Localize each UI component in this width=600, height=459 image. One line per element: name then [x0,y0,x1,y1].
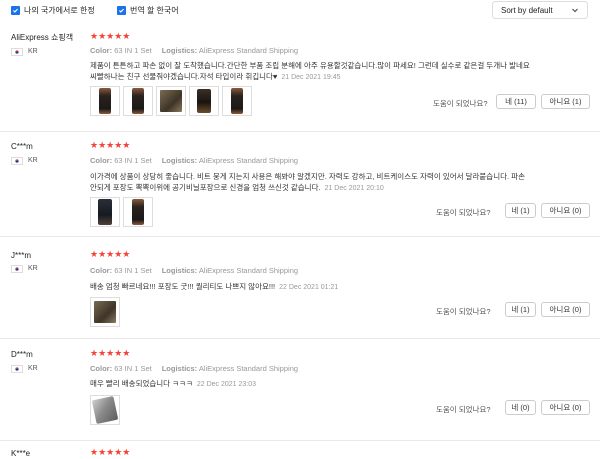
color-key: Color: [90,364,113,373]
sort-selected-value: Sort by default [501,5,553,15]
review-text: 배송 엄청 빠르네요!!! 포장도 굿!!! 퀄리티도 나쁘지 않아요!!! 22… [90,281,530,293]
review-text: 제품이 튼튼하고 파손 없이 잘 도착했습니다.간단한 부품 조립 분해에 아주… [90,60,530,83]
rating-stars: ★★★★★ [90,348,131,358]
logistics-key: Logistics: [161,266,198,275]
reviewer-name: J***m [11,251,32,260]
helpful-no-button[interactable]: 아니요 (0) [541,302,590,317]
color-key: Color: [90,156,113,165]
logistics-value: AliExpress Standard Shipping [198,156,299,165]
review-photo[interactable] [90,297,120,327]
reviewer-name: K***e [11,449,31,458]
helpful-no-button[interactable]: 아니요 (0) [541,400,590,415]
korea-flag-icon [11,48,23,56]
logistics-value: AliExpress Standard Shipping [198,266,299,275]
helpful-question: 도움이 되었나요? [433,99,488,108]
review-item: AliExpress 쇼핑객 KR ★★★★★ Color: 63 IN 1 S… [0,22,600,132]
reviewer-name: AliExpress 쇼핑객 [11,33,74,42]
logistics-value: AliExpress Standard Shipping [198,46,299,55]
review-date: 21 Dec 2021 19:45 [281,74,341,81]
review-item: D***m KR ★★★★★ Color: 63 IN 1 Set Logisti… [0,340,600,441]
review-meta: Color: 63 IN 1 Set Logistics: AliExpress … [90,364,298,373]
filter-translate[interactable]: 번역 할 한국어 [117,5,179,16]
review-date: 22 Dec 2021 23:03 [196,381,257,388]
review-text: 매우 빨리 배송되었습니다 ㅋㅋㅋ 22 Dec 2021 23:03 [90,378,530,390]
reviewer-country: KR [28,157,38,164]
helpful-yes-button[interactable]: 네 (1) [505,203,536,218]
helpful-question: 도움이 되었나요? [436,307,491,316]
logistics-value: AliExpress Standard Shipping [198,364,299,373]
helpful-question: 도움이 되었나요? [436,208,491,217]
color-value: 63 IN 1 Set [114,156,152,165]
korea-flag-icon [11,265,23,273]
review-photo[interactable] [123,197,153,227]
sort-dropdown[interactable]: Sort by default [492,1,588,19]
color-value: 63 IN 1 Set [114,266,152,275]
reviewer-country: KR [28,365,38,372]
logistics-key: Logistics: [161,156,198,165]
review-photo[interactable] [90,86,120,116]
color-value: 63 IN 1 Set [114,46,152,55]
reviewer-country: KR [28,265,38,272]
korea-flag-icon [11,365,23,373]
helpful-yes-button[interactable]: 네 (0) [505,400,536,415]
review-item: K***e ★★★★★ [0,442,600,459]
review-photo[interactable] [222,86,252,116]
review-photo[interactable] [189,86,219,116]
color-key: Color: [90,266,113,275]
rating-stars: ★★★★★ [90,31,131,41]
filter-my-country[interactable]: 나의 국가에서로 한정 [11,5,95,16]
filter-bar: 나의 국가에서로 한정 번역 할 한국어 Sort by default [0,0,600,22]
filter-my-country-label: 나의 국가에서로 한정 [24,6,95,15]
helpful-no-button[interactable]: 아니요 (0) [541,203,590,218]
review-date: 22 Dec 2021 01:21 [279,284,339,291]
review-photos [90,395,120,425]
review-date: 21 Dec 2021 20:10 [324,185,384,192]
checkbox-checked-icon[interactable] [117,6,126,15]
review-photos [90,86,252,116]
checkbox-checked-icon[interactable] [11,6,20,15]
reviewer-name: D***m [11,350,33,359]
reviewer-country: KR [28,48,38,55]
chevron-down-icon [572,8,578,13]
review-photo[interactable] [123,86,153,116]
review-meta: Color: 63 IN 1 Set Logistics: AliExpress … [90,156,298,165]
review-meta: Color: 63 IN 1 Set Logistics: AliExpress … [90,266,298,275]
review-photo[interactable] [90,395,120,425]
review-photo[interactable] [90,197,120,227]
color-key: Color: [90,46,113,55]
review-text: 이가격에 상품이 상당히 좋습니다. 비트 뭉게 지는지 사용은 해봐야 알겠지… [90,171,530,194]
rating-stars: ★★★★★ [90,140,131,150]
logistics-key: Logistics: [161,364,198,373]
review-photos [90,197,153,227]
korea-flag-icon [11,157,23,165]
reviewer-name: C***m [11,142,33,151]
review-item: C***m KR ★★★★★ Color: 63 IN 1 Set Logisti… [0,133,600,237]
review-meta: Color: 63 IN 1 Set Logistics: AliExpress … [90,46,298,55]
helpful-yes-button[interactable]: 네 (1) [505,302,536,317]
logistics-key: Logistics: [161,46,198,55]
rating-stars: ★★★★★ [90,447,131,457]
helpful-no-button[interactable]: 아니요 (1) [541,94,590,109]
review-body: 매우 빨리 배송되었습니다 ㅋㅋㅋ [90,379,193,388]
review-photos [90,297,120,327]
review-body: 이가격에 상품이 상당히 좋습니다. 비트 뭉게 지는지 사용은 해봐야 알겠지… [90,172,525,192]
helpful-yes-button[interactable]: 네 (11) [496,94,536,109]
review-item: J***m KR ★★★★★ Color: 63 IN 1 Set Logisti… [0,238,600,339]
filter-translate-label: 번역 할 한국어 [130,6,179,15]
review-photo[interactable] [156,86,186,116]
helpful-question: 도움이 되었나요? [436,405,491,414]
rating-stars: ★★★★★ [90,249,131,259]
review-body: 배송 엄청 빠르네요!!! 포장도 굿!!! 퀄리티도 나쁘지 않아요!!! [90,282,276,291]
color-value: 63 IN 1 Set [114,364,152,373]
